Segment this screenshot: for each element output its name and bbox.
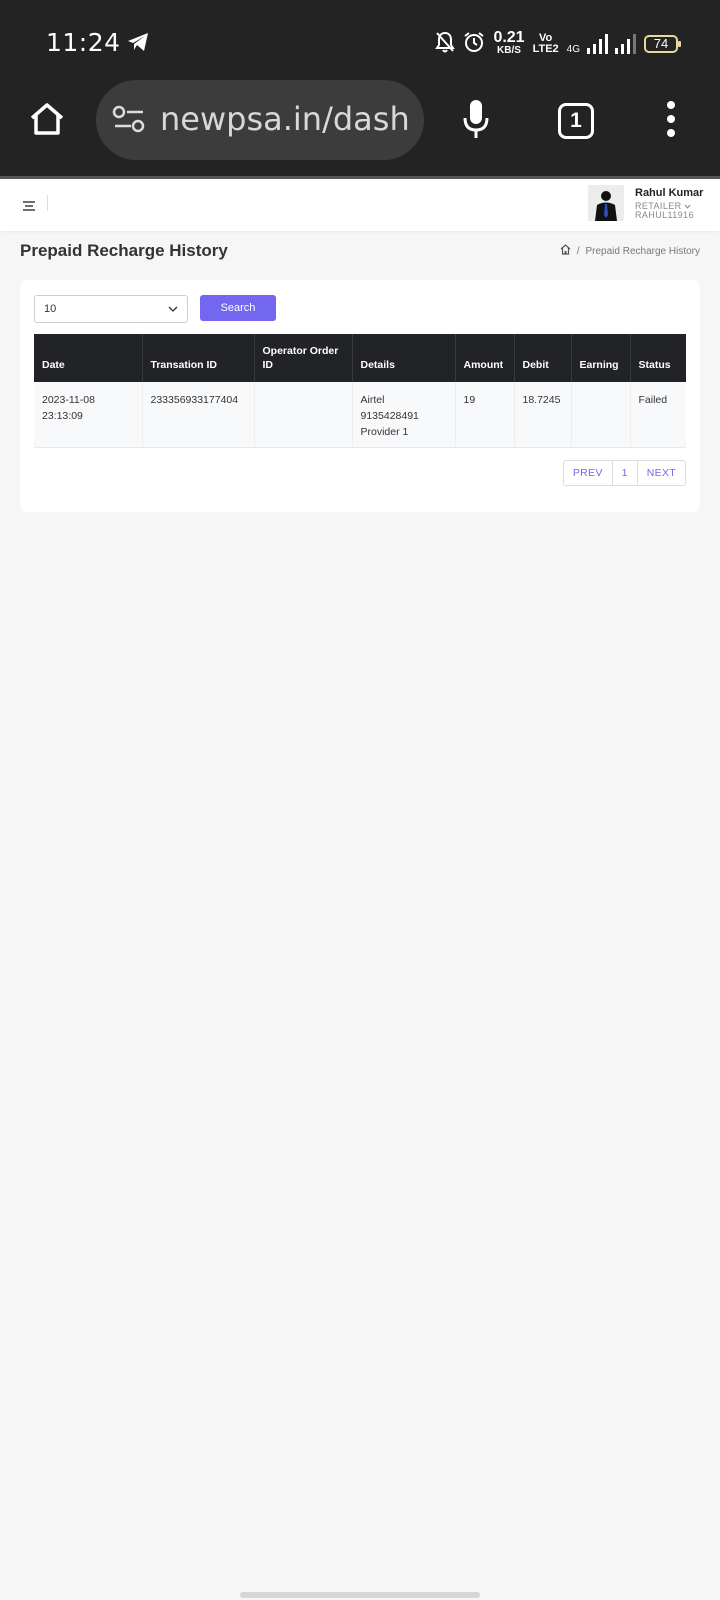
- cell-date: 2023-11-08 23:13:09: [34, 382, 143, 448]
- pagination: PREV 1 NEXT: [562, 460, 686, 486]
- breadcrumb-current: Prepaid Recharge History: [585, 245, 701, 257]
- status-bar: 11:24 0.21 KB/S Vo LTE2 4G 74: [0, 26, 720, 62]
- alarm-icon: [463, 31, 485, 58]
- table-row: 2023-11-08 23:13:09 233356933177404 Airt…: [34, 382, 686, 448]
- page-1-button[interactable]: 1: [613, 461, 638, 485]
- avatar[interactable]: [588, 185, 624, 221]
- header-divider: [47, 195, 48, 211]
- more-vert-icon[interactable]: [664, 100, 678, 143]
- home-icon[interactable]: [28, 100, 66, 143]
- col-transaction-id: Transation ID: [142, 334, 255, 382]
- site-settings-icon[interactable]: [112, 104, 146, 139]
- col-date: Date: [34, 334, 143, 382]
- breadcrumb-separator: /: [576, 245, 580, 257]
- cell-debit: 18.7245: [514, 382, 572, 448]
- col-status: Status: [630, 334, 686, 382]
- col-debit: Debit: [514, 334, 572, 382]
- net-speed: 0.21 KB/S: [493, 29, 525, 57]
- col-earning: Earning: [571, 334, 631, 382]
- app-header: Rahul Kumar RETAILER RAHUL11916: [0, 179, 720, 231]
- hamburger-icon[interactable]: [22, 199, 36, 217]
- user-id: RAHUL11916: [635, 210, 694, 220]
- table-header-row: Date Transation ID Operator Order ID Det…: [34, 334, 686, 382]
- mic-icon[interactable]: [462, 98, 490, 145]
- cell-earning: [571, 382, 631, 448]
- page-title: Prepaid Recharge History: [20, 241, 228, 260]
- cell-transaction-id: 233356933177404: [142, 382, 255, 448]
- next-button[interactable]: NEXT: [638, 461, 685, 485]
- cell-amount: 19: [455, 382, 515, 448]
- chevron-down-icon: [685, 204, 691, 209]
- history-card: 10 Search Date Transation ID Operator Or…: [20, 280, 700, 512]
- gesture-bar[interactable]: [240, 1592, 480, 1598]
- url-bar[interactable]: newpsa.in/dashboard: [96, 80, 424, 160]
- breadcrumb-home-icon[interactable]: [560, 244, 571, 258]
- page-size-select[interactable]: 10: [34, 295, 188, 323]
- tabs-icon[interactable]: 1: [558, 103, 594, 139]
- battery-icon: 74: [644, 35, 681, 53]
- cell-status: Failed: [630, 382, 686, 448]
- breadcrumb: / Prepaid Recharge History: [560, 244, 700, 258]
- signal-icon: 4G: [567, 33, 636, 55]
- mute-bell-icon: [435, 31, 456, 58]
- col-amount: Amount: [455, 334, 515, 382]
- telegram-icon: [126, 31, 150, 58]
- status-right: 0.21 KB/S Vo LTE2 4G 74: [435, 28, 681, 60]
- history-table: Date Transation ID Operator Order ID Det…: [34, 334, 686, 448]
- user-name[interactable]: Rahul Kumar: [635, 187, 703, 199]
- prev-button[interactable]: PREV: [564, 461, 613, 485]
- url-text[interactable]: newpsa.in/dashboard: [160, 100, 408, 138]
- volte-indicator: Vo LTE2: [532, 32, 559, 55]
- search-button[interactable]: Search: [200, 295, 276, 321]
- col-details: Details: [352, 334, 456, 382]
- browser-chrome: 11:24 0.21 KB/S Vo LTE2 4G 74 newpsa.in/…: [0, 0, 720, 179]
- chevron-down-icon: [168, 306, 178, 312]
- cell-details: Airtel 9135428491 Provider 1: [352, 382, 456, 448]
- status-time: 11:24: [46, 28, 121, 57]
- col-operator-order-id: Operator Order ID: [254, 334, 353, 382]
- cell-operator-order-id: [254, 382, 353, 448]
